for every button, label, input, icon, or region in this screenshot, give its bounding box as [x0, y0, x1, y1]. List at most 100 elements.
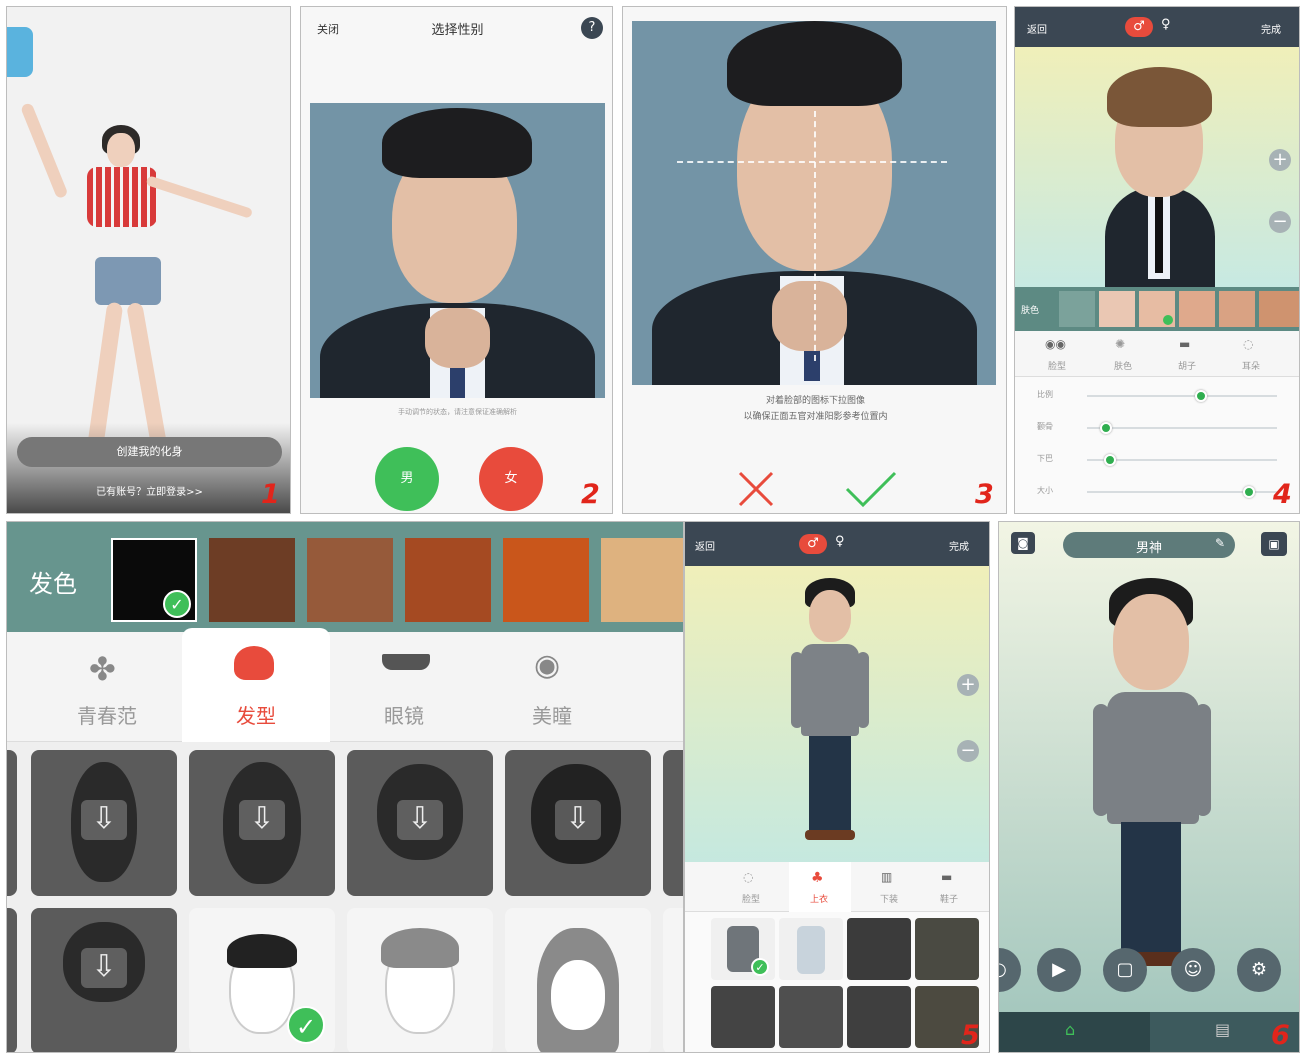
skin-swatch-4[interactable] — [1219, 291, 1255, 327]
tab-face[interactable]: 脸型 — [731, 892, 771, 905]
skin-swatch-1[interactable] — [1099, 291, 1135, 327]
tab-face[interactable]: 脸型 — [1037, 359, 1077, 372]
hair-swatch-brown[interactable] — [307, 538, 393, 622]
image-button[interactable]: ▣ — [1261, 532, 1287, 556]
female-button[interactable]: 女 — [479, 447, 543, 511]
check-icon[interactable] — [843, 469, 899, 509]
hair-silhouette — [227, 934, 297, 968]
download-icon[interactable]: ⇩ — [397, 800, 443, 840]
outfit-tabs: ◌ 脸型 ♣ 上衣 ▥ 下装 ▬ 鞋子 — [685, 862, 989, 912]
hairstyle-option[interactable] — [505, 908, 651, 1052]
skin-swatch-3[interactable] — [1179, 291, 1215, 327]
help-icon[interactable]: ? — [581, 17, 603, 39]
nav-home[interactable]: ⌂ — [999, 1012, 1150, 1052]
hairstyle-option[interactable]: ⇩ — [31, 908, 177, 1052]
emoji-button[interactable]: ☺ — [1171, 948, 1215, 992]
outfit-option-selected[interactable]: ✓ — [711, 918, 775, 980]
back-button[interactable]: 返回 — [695, 538, 715, 553]
done-button[interactable]: 完成 — [1261, 21, 1281, 36]
skin-swatch-5[interactable] — [1259, 291, 1299, 327]
tab-youth[interactable]: ✤ 青春范 — [27, 632, 187, 742]
face-tab-icon[interactable]: ◌ — [743, 870, 753, 884]
outfit-option[interactable] — [915, 918, 979, 980]
slider-knob[interactable] — [1195, 390, 1207, 402]
bulb-icon[interactable]: ♀ — [1161, 17, 1175, 35]
shoes-tab-icon[interactable]: ▬ — [941, 870, 952, 884]
tab-top[interactable]: ♣ 上衣 — [789, 862, 851, 912]
slider-knob[interactable] — [1242, 486, 1255, 498]
pants-tab-icon[interactable]: ▥ — [881, 870, 892, 884]
skin-color-row: 肤色 — [1015, 287, 1299, 331]
hair-swatch-blonde[interactable] — [601, 538, 683, 622]
login-link[interactable]: 已有账号？立即登录>> — [7, 483, 290, 498]
hair-swatch-dark-brown[interactable] — [209, 538, 295, 622]
slider-label: 颧骨 — [1037, 422, 1053, 431]
outfit-option[interactable] — [779, 986, 843, 1048]
tab-hairstyle-label: 发型 — [236, 704, 276, 728]
zoom-out-icon[interactable]: − — [1269, 211, 1291, 233]
download-icon[interactable]: ⇩ — [81, 800, 127, 840]
done-button[interactable]: 完成 — [949, 538, 969, 553]
outfit-option[interactable] — [711, 986, 775, 1048]
skin-swatch-empty[interactable] — [1059, 291, 1095, 327]
tab-lens[interactable]: ◉ 美瞳 — [478, 632, 626, 742]
gender-toggle[interactable]: ♂ — [799, 534, 827, 554]
tab-skin[interactable]: 肤色 — [1103, 359, 1143, 372]
download-icon[interactable]: ⇩ — [555, 800, 601, 840]
create-avatar-button[interactable]: 创建我的化身 — [17, 437, 282, 467]
hairstyle-option[interactable]: ⇩ — [189, 750, 335, 896]
avatar-face — [1113, 594, 1189, 690]
slider-track[interactable] — [1087, 395, 1277, 397]
hairstyle-option[interactable] — [347, 908, 493, 1052]
name-pill[interactable]: 男神 ✎ — [1063, 532, 1235, 558]
tab-beard[interactable]: 胡子 — [1167, 359, 1207, 372]
hairstyle-option[interactable]: ⇩ — [347, 750, 493, 896]
slider-knob[interactable] — [1103, 454, 1116, 466]
hair-swatch-auburn[interactable] — [405, 538, 491, 622]
male-button[interactable]: 男 — [375, 447, 439, 511]
outfit-option[interactable] — [779, 918, 843, 980]
hairstyle-option[interactable]: ⇩ — [31, 750, 177, 896]
slider-knob[interactable] — [1100, 422, 1112, 434]
zoom-out-icon[interactable]: − — [957, 740, 979, 762]
portrait-hair — [382, 108, 532, 178]
outfit-option[interactable] — [847, 986, 911, 1048]
video-button[interactable]: ▶ — [1037, 948, 1081, 992]
tab-shoes[interactable]: 鞋子 — [929, 892, 969, 905]
tab-ear[interactable]: 耳朵 — [1231, 359, 1271, 372]
zoom-in-icon[interactable]: + — [1269, 149, 1291, 171]
hair-color-label: 发色 — [29, 570, 77, 598]
bulb-icon[interactable]: ♀ — [835, 534, 849, 552]
panel-number: 5 — [961, 1020, 980, 1051]
edit-icon[interactable]: ✎ — [1215, 536, 1225, 550]
tab-glasses[interactable]: 眼镜 — [330, 632, 478, 742]
hairstyle-option[interactable] — [663, 750, 683, 896]
zoom-in-icon[interactable]: + — [957, 674, 979, 696]
hairstyle-option[interactable] — [663, 908, 683, 1052]
cross-icon[interactable] — [736, 469, 776, 509]
outfit-option[interactable] — [847, 918, 911, 980]
hairstyle-option[interactable] — [7, 908, 17, 1052]
download-icon[interactable]: ⇩ — [239, 800, 285, 840]
gender-toggle[interactable]: ♂ — [1125, 17, 1153, 37]
back-button[interactable]: 返回 — [1027, 21, 1047, 36]
glasses-tab-icon[interactable]: ◉◉ — [1045, 337, 1066, 351]
download-icon[interactable]: ⇩ — [81, 948, 127, 988]
tab-hairstyle[interactable]: 发型 — [182, 628, 330, 742]
face-tab-icon[interactable]: ✺ — [1115, 337, 1125, 351]
wardrobe-icon[interactable]: ▤ — [1215, 1020, 1230, 1039]
profile-button[interactable]: ▢ — [1103, 948, 1147, 992]
hairstyle-option-selected[interactable]: ✓ — [189, 908, 335, 1052]
partial-button[interactable]: ◐ — [999, 948, 1021, 992]
beard-tab-icon[interactable]: ▬ — [1179, 337, 1190, 351]
settings-button[interactable]: ⚙ — [1237, 948, 1281, 992]
hair-swatch-orange[interactable] — [503, 538, 589, 622]
tab-bottom[interactable]: 下装 — [869, 892, 909, 905]
slider-track[interactable] — [1087, 427, 1277, 429]
skin-color-label: 肤色 — [1021, 306, 1040, 316]
hairstyle-option[interactable]: ⇩ — [505, 750, 651, 896]
camera-button[interactable]: ◙ — [1011, 532, 1035, 554]
avatar-arm-left — [791, 652, 803, 728]
ear-tab-icon[interactable]: ◌ — [1243, 337, 1253, 351]
hairstyle-option[interactable] — [7, 750, 17, 896]
